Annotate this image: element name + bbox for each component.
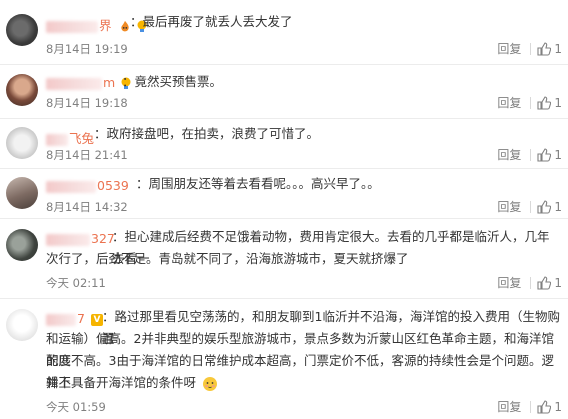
like-button[interactable]: 1 (537, 200, 562, 214)
comment-text-continued: 并不具备开海洋馆的条件呀 (46, 372, 562, 394)
comment-text: ：政府接盘吧，在拍卖，浪费了可惜了。 (94, 126, 320, 141)
thumbs-up-icon (537, 147, 552, 162)
thumbs-up-icon (537, 199, 552, 214)
comment-item: 7 V ：路过那里看见空荡荡的，和朋友聊到1临沂并不沿海，海洋馆的投入费用（生物… (0, 299, 568, 419)
like-count: 1 (554, 41, 562, 56)
like-count: 1 (554, 147, 562, 162)
reply-button[interactable]: 回复 (494, 146, 524, 163)
timestamp: 今天 02:11 (46, 276, 106, 290)
avatar[interactable] (6, 127, 38, 159)
like-button[interactable]: 1 (537, 42, 562, 56)
timestamp: 8月14日 19:18 (46, 96, 128, 110)
comment-actions: 回复 1 (494, 274, 562, 291)
like-count: 1 (554, 199, 562, 214)
like-count: 1 (554, 95, 562, 110)
thumbs-up-icon (537, 275, 552, 290)
divider (530, 276, 532, 289)
reply-button[interactable]: 回复 (494, 398, 524, 415)
like-count: 1 (554, 275, 562, 290)
divider (530, 200, 532, 213)
reply-button[interactable]: 回复 (494, 94, 524, 111)
reply-button[interactable]: 回复 (494, 198, 524, 215)
thumbs-up-icon (537, 41, 552, 56)
comment-item: 0539 ：周围朋友还等着去看看呢。。。高兴早了。。 8月14日 14:32 回… (0, 169, 568, 219)
like-count: 1 (554, 399, 562, 414)
comment-feed: 界 ：最后再废了就丢人丢大发了 8月14日 19:19 回复 1 m ：竟然买预… (0, 0, 568, 419)
divider (530, 96, 532, 109)
comment-text: ：周围朋友还等着去看看呢。。。高兴早了。。 (136, 176, 380, 191)
reply-button[interactable]: 回复 (494, 274, 524, 291)
timestamp: 今天 01:59 (46, 400, 106, 414)
avatar[interactable] (6, 14, 38, 46)
like-button[interactable]: 1 (537, 148, 562, 162)
username[interactable]: 飞兔 (46, 128, 94, 146)
comment-item: 327 ：担心建成后经费不足饿着动物，费用肯定很大。去看的几乎都是临沂人，几年去… (0, 219, 568, 299)
comment-item: 界 ：最后再废了就丢人丢大发了 8月14日 19:19 回复 1 (0, 0, 568, 65)
comment-text: ：最后再废了就丢人丢大发了 (130, 14, 293, 29)
avatar[interactable] (6, 229, 38, 261)
username[interactable]: 0539 (46, 178, 129, 193)
avatar[interactable] (6, 177, 38, 209)
thumbs-up-icon (537, 95, 552, 110)
username[interactable]: 7 V (46, 311, 103, 326)
avatar[interactable] (6, 74, 38, 106)
avatar[interactable] (6, 309, 38, 341)
timestamp: 8月14日 14:32 (46, 200, 128, 214)
like-button[interactable]: 1 (537, 96, 562, 110)
comment-actions: 回复 1 (494, 146, 562, 163)
comment-actions: 回复 1 (494, 198, 562, 215)
shy-face-emoji-icon (203, 376, 217, 391)
comment-text: ：竟然买预售票。 (122, 74, 223, 89)
timestamp: 8月14日 19:19 (46, 42, 128, 56)
thumbs-up-icon (537, 399, 552, 414)
comment-item: 飞兔 ：政府接盘吧，在拍卖，浪费了可惜了。 8月14日 21:41 回复 1 (0, 119, 568, 169)
username[interactable]: m (46, 75, 132, 90)
divider (530, 148, 532, 161)
comment-actions: 回复 1 (494, 40, 562, 57)
comment-text-continued: 次行了，后劲不足。青岛就不同了，沿海旅游城市，夏天就挤爆了 (46, 251, 409, 266)
like-button[interactable]: 1 (537, 400, 562, 414)
username[interactable]: 327 (46, 231, 115, 246)
reply-button[interactable]: 回复 (494, 40, 524, 57)
comment-actions: 回复 1 (494, 398, 562, 415)
timestamp: 8月14日 21:41 (46, 148, 128, 162)
divider (530, 42, 532, 55)
comment-actions: 回复 1 (494, 94, 562, 111)
divider (530, 400, 532, 413)
like-button[interactable]: 1 (537, 276, 562, 290)
comment-item: m ：竟然买预售票。 8月14日 19:18 回复 1 (0, 65, 568, 119)
